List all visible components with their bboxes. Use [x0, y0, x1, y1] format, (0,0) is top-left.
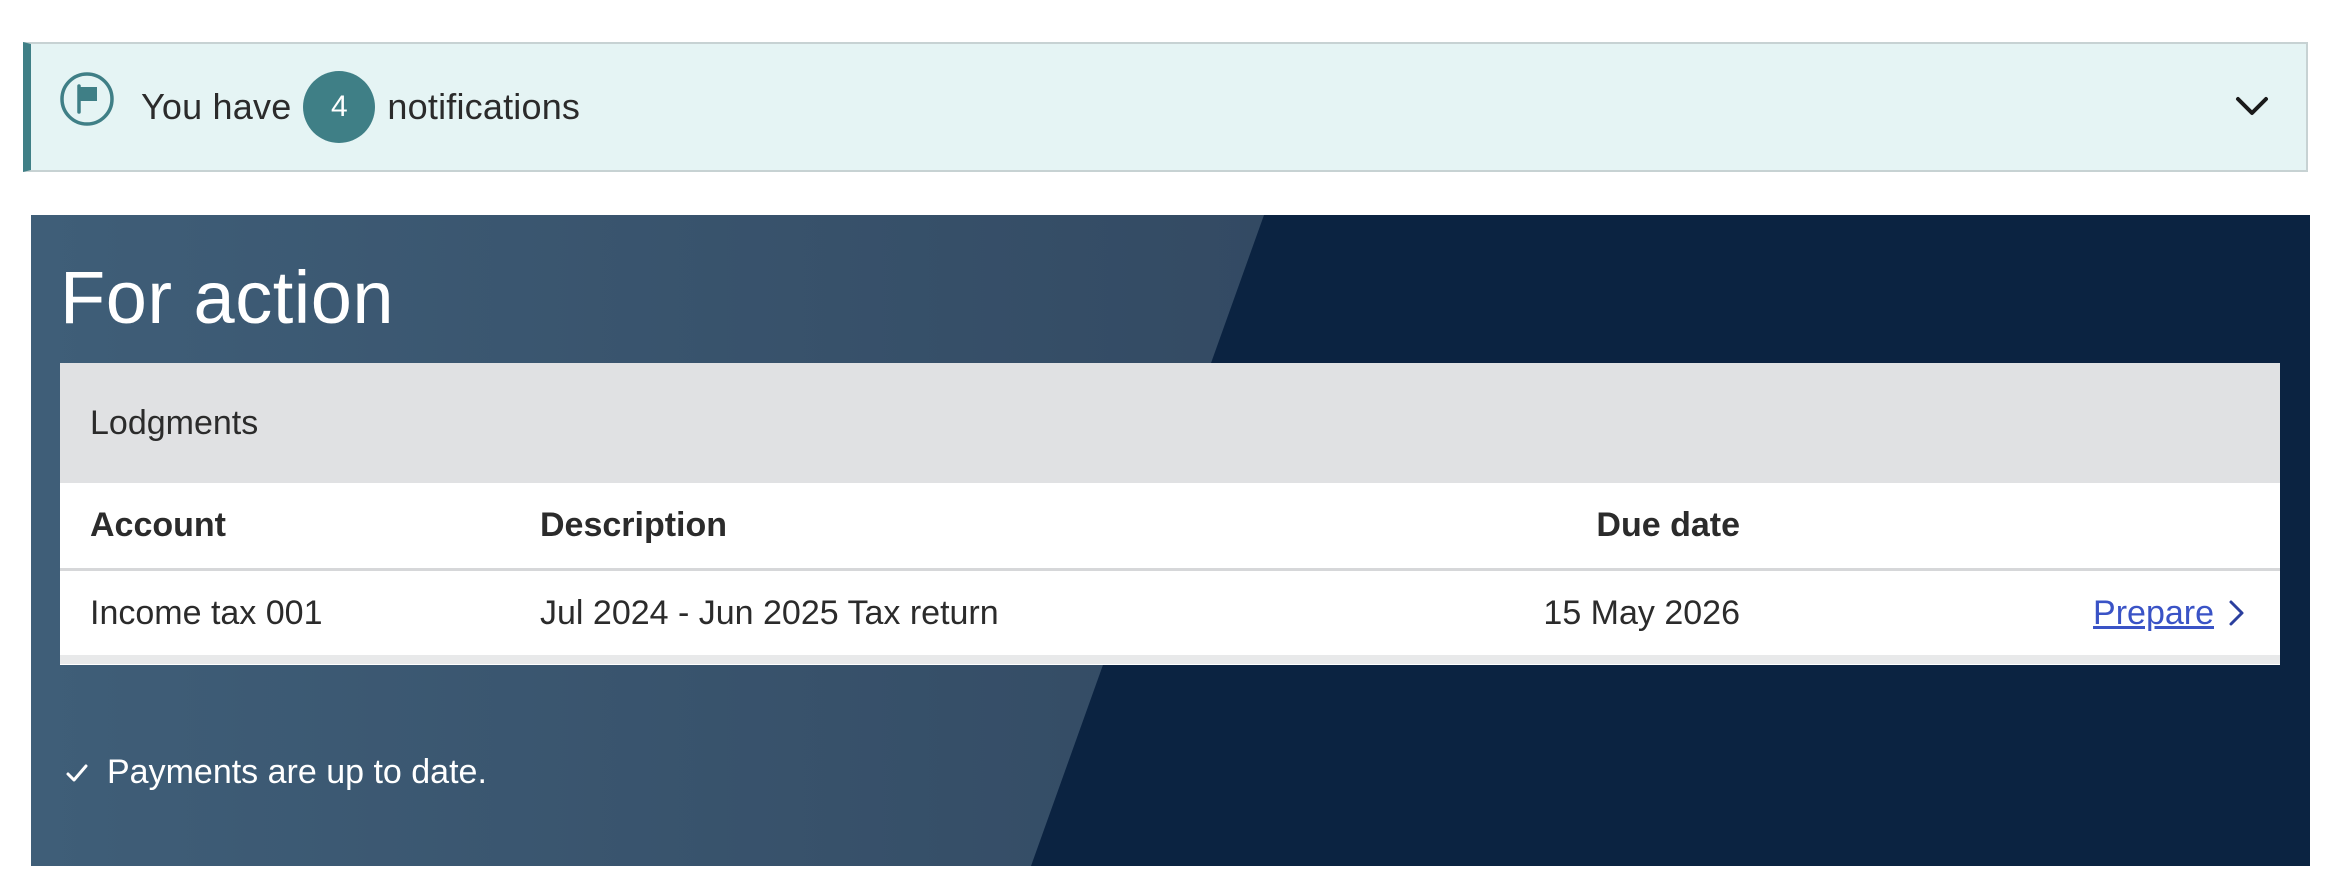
cell-description: Jul 2024 - Jun 2025 Tax return: [540, 569, 1240, 664]
column-header-action: [1740, 483, 2280, 571]
flag-icon: [60, 72, 114, 126]
chevron-right-icon: [2229, 600, 2244, 626]
section-title: Lodgments: [60, 363, 2280, 483]
column-header-description: Description: [540, 483, 1240, 571]
chevron-down-icon[interactable]: [2232, 86, 2272, 126]
lodgments-table: Account Description Due date Income tax …: [60, 483, 2280, 664]
page-title: For action: [60, 256, 395, 339]
check-icon: [66, 764, 88, 781]
table-row: Income tax 001 Jul 2024 - Jun 2025 Tax r…: [60, 569, 2280, 664]
payments-status: Payments are up to date.: [65, 753, 487, 792]
lodgments-table-card: Lodgments Account Description Due date I…: [60, 363, 2280, 665]
notifications-prefix: You have: [141, 86, 292, 127]
notifications-banner[interactable]: You have 4 notifications: [23, 42, 2308, 172]
notifications-count-badge: 4: [303, 71, 376, 143]
cell-due-date: 15 May 2026: [1240, 569, 1740, 664]
prepare-link-label: Prepare: [2093, 593, 2214, 632]
cell-account: Income tax 001: [60, 569, 540, 664]
for-action-panel: For action Lodgments Account Description…: [31, 215, 2310, 866]
column-header-due-date: Due date: [1240, 483, 1740, 571]
cell-action: Prepare: [1740, 569, 2280, 664]
notifications-suffix: notifications: [387, 86, 581, 127]
prepare-link[interactable]: Prepare: [2093, 594, 2246, 633]
payments-status-text: Payments are up to date.: [107, 753, 487, 791]
column-header-account: Account: [60, 483, 540, 571]
table-header-row: Account Description Due date: [60, 483, 2280, 571]
notifications-text: You have 4 notifications: [141, 44, 580, 170]
